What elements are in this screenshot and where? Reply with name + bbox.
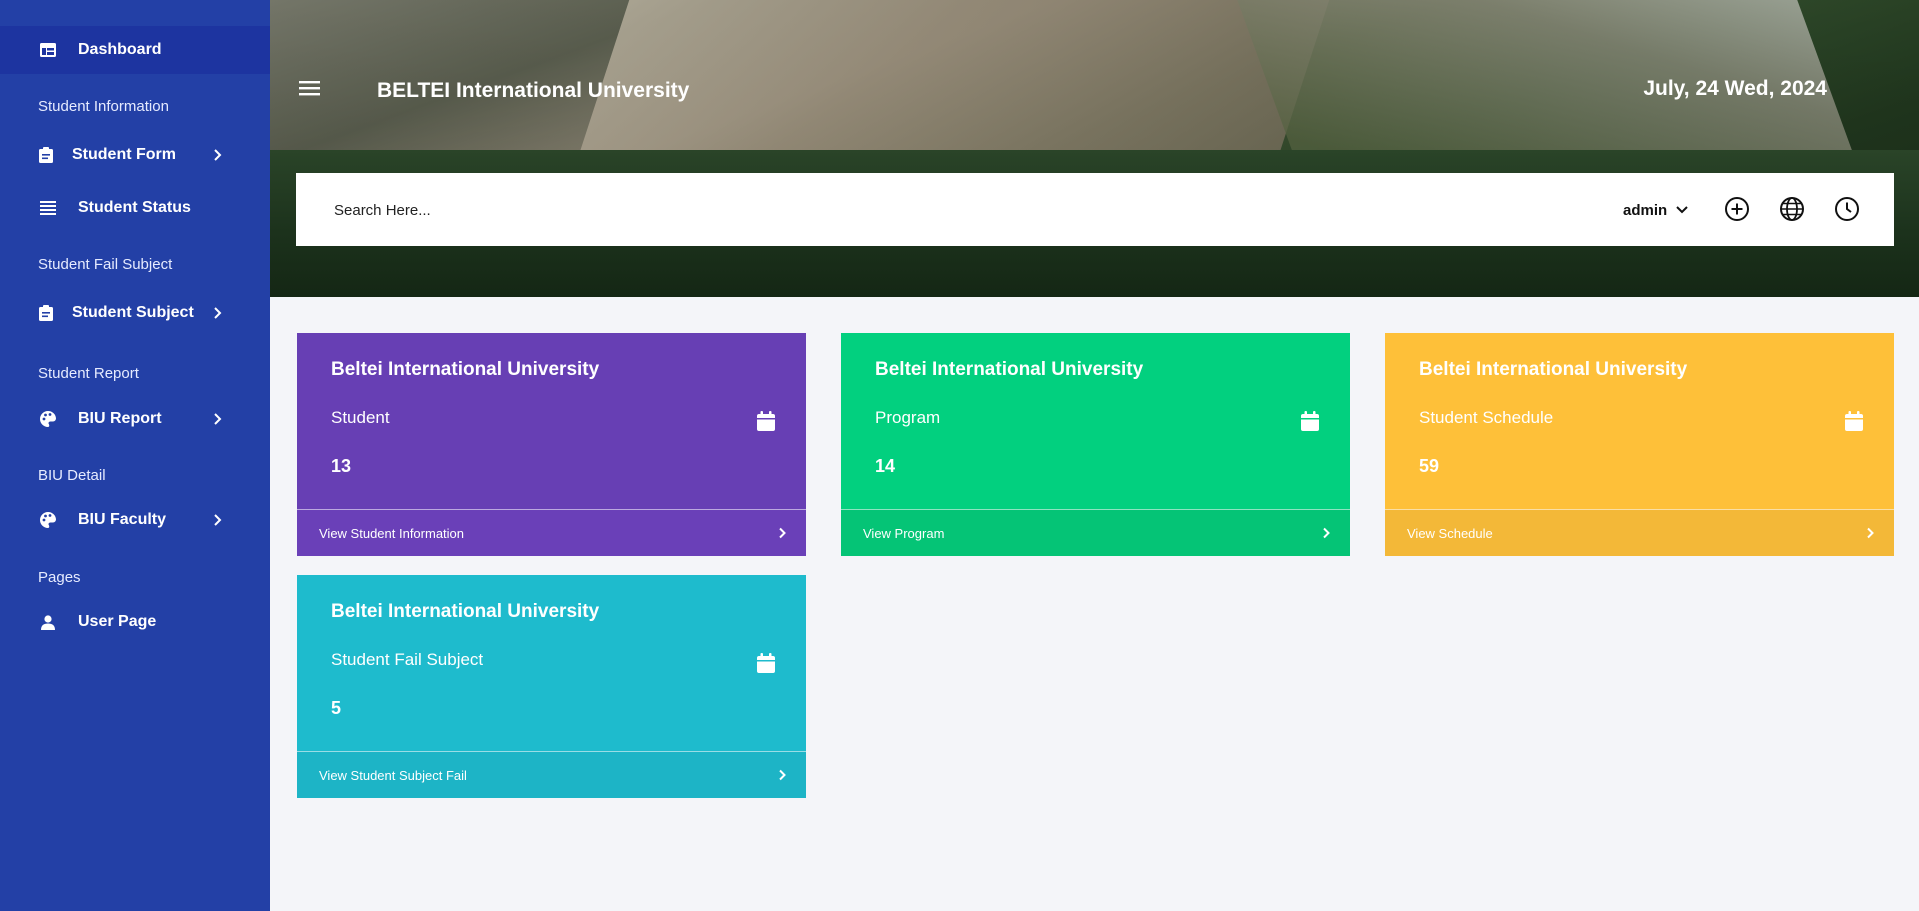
stat-card-schedule: Beltei International University Student … (1385, 333, 1894, 556)
sidebar-section-heading: Student Information (38, 98, 169, 115)
card-footer-link[interactable]: View Program (841, 509, 1350, 556)
card-label: Student Schedule (1419, 408, 1554, 427)
clock-icon[interactable] (1834, 196, 1860, 222)
sidebar-item-label: BIU Faculty (78, 511, 167, 528)
card-label: Student Fail Subject (331, 650, 484, 669)
sidebar-item-student-status[interactable]: Student Status (0, 184, 270, 232)
sidebar-item-student-subject[interactable]: Student Subject (0, 289, 270, 337)
sidebar-item-label: Dashboard (78, 41, 162, 58)
card-footer-link[interactable]: View Student Subject Fail (297, 751, 806, 798)
calendar-icon (1845, 411, 1863, 431)
card-link-text: View Schedule (1407, 525, 1493, 541)
list-icon (38, 198, 58, 218)
chevron-right-icon (779, 527, 786, 539)
card-count: 13 (331, 456, 352, 476)
sidebar-section-heading: Student Report (38, 365, 139, 382)
dashboard-icon (38, 40, 58, 60)
card-count: 59 (1419, 456, 1440, 476)
app-title: BELTEI International University (377, 79, 690, 102)
card-title: Beltei International University (1419, 359, 1688, 380)
user-menu-dropdown[interactable]: admin (1623, 199, 1689, 221)
chevron-right-icon (1867, 527, 1874, 539)
card-title: Beltei International University (331, 359, 600, 380)
sidebar-item-label: BIU Report (78, 410, 162, 427)
clipboard-icon (36, 303, 56, 323)
card-label: Student (331, 408, 390, 427)
calendar-icon (757, 653, 775, 673)
header-banner: BELTEI International University July, 24… (270, 0, 1919, 297)
card-count: 5 (331, 698, 342, 718)
card-title: Beltei International University (875, 359, 1144, 380)
card-link-text: View Student Subject Fail (319, 767, 467, 783)
card-count: 14 (875, 456, 896, 476)
stat-card-program: Beltei International University Program … (841, 333, 1350, 556)
sidebar-item-biu-report[interactable]: BIU Report (0, 395, 270, 443)
calendar-icon (1301, 411, 1319, 431)
card-footer-link[interactable]: View Student Information (297, 509, 806, 556)
sidebar-item-student-form[interactable]: Student Form (0, 131, 270, 179)
sidebar-item-label: Student Status (78, 199, 191, 216)
sidebar-section-heading: BIU Detail (38, 467, 106, 484)
add-circle-icon[interactable] (1724, 196, 1750, 222)
user-name: admin (1623, 201, 1668, 219)
search-toolbar: admin (296, 173, 1894, 246)
sidebar: Dashboard Student Information Student Fo… (0, 0, 270, 911)
chevron-right-icon (214, 307, 222, 319)
palette-icon (38, 510, 58, 530)
globe-icon[interactable] (1779, 196, 1805, 222)
chevron-right-icon (214, 413, 222, 425)
chevron-right-icon (214, 514, 222, 526)
card-title: Beltei International University (331, 601, 600, 622)
card-footer-link[interactable]: View Schedule (1385, 509, 1894, 556)
current-date: July, 24 Wed, 2024 (1643, 77, 1827, 100)
palette-icon (38, 409, 58, 429)
user-icon (38, 612, 58, 632)
sidebar-item-biu-faculty[interactable]: BIU Faculty (0, 496, 270, 544)
chevron-down-icon (1676, 206, 1688, 214)
search-input[interactable] (334, 195, 934, 225)
calendar-icon (757, 411, 775, 431)
stat-card-fail-subject: Beltei International University Student … (297, 575, 806, 798)
chevron-right-icon (779, 769, 786, 781)
sidebar-item-label: User Page (78, 613, 157, 630)
card-label: Program (875, 408, 941, 427)
sidebar-item-label: Student Subject (72, 304, 194, 321)
sidebar-item-label: Student Form (72, 146, 176, 163)
clipboard-icon (36, 145, 56, 165)
hamburger-menu-icon[interactable] (298, 78, 322, 98)
card-link-text: View Student Information (319, 525, 465, 541)
chevron-right-icon (214, 149, 222, 161)
chevron-right-icon (1323, 527, 1330, 539)
sidebar-item-user-page[interactable]: User Page (0, 598, 270, 646)
stat-card-student: Beltei International University Student … (297, 333, 806, 556)
sidebar-section-heading: Pages (38, 569, 81, 586)
card-link-text: View Program (863, 525, 945, 541)
sidebar-item-dashboard[interactable]: Dashboard (0, 26, 270, 74)
sidebar-section-heading: Student Fail Subject (38, 256, 173, 273)
